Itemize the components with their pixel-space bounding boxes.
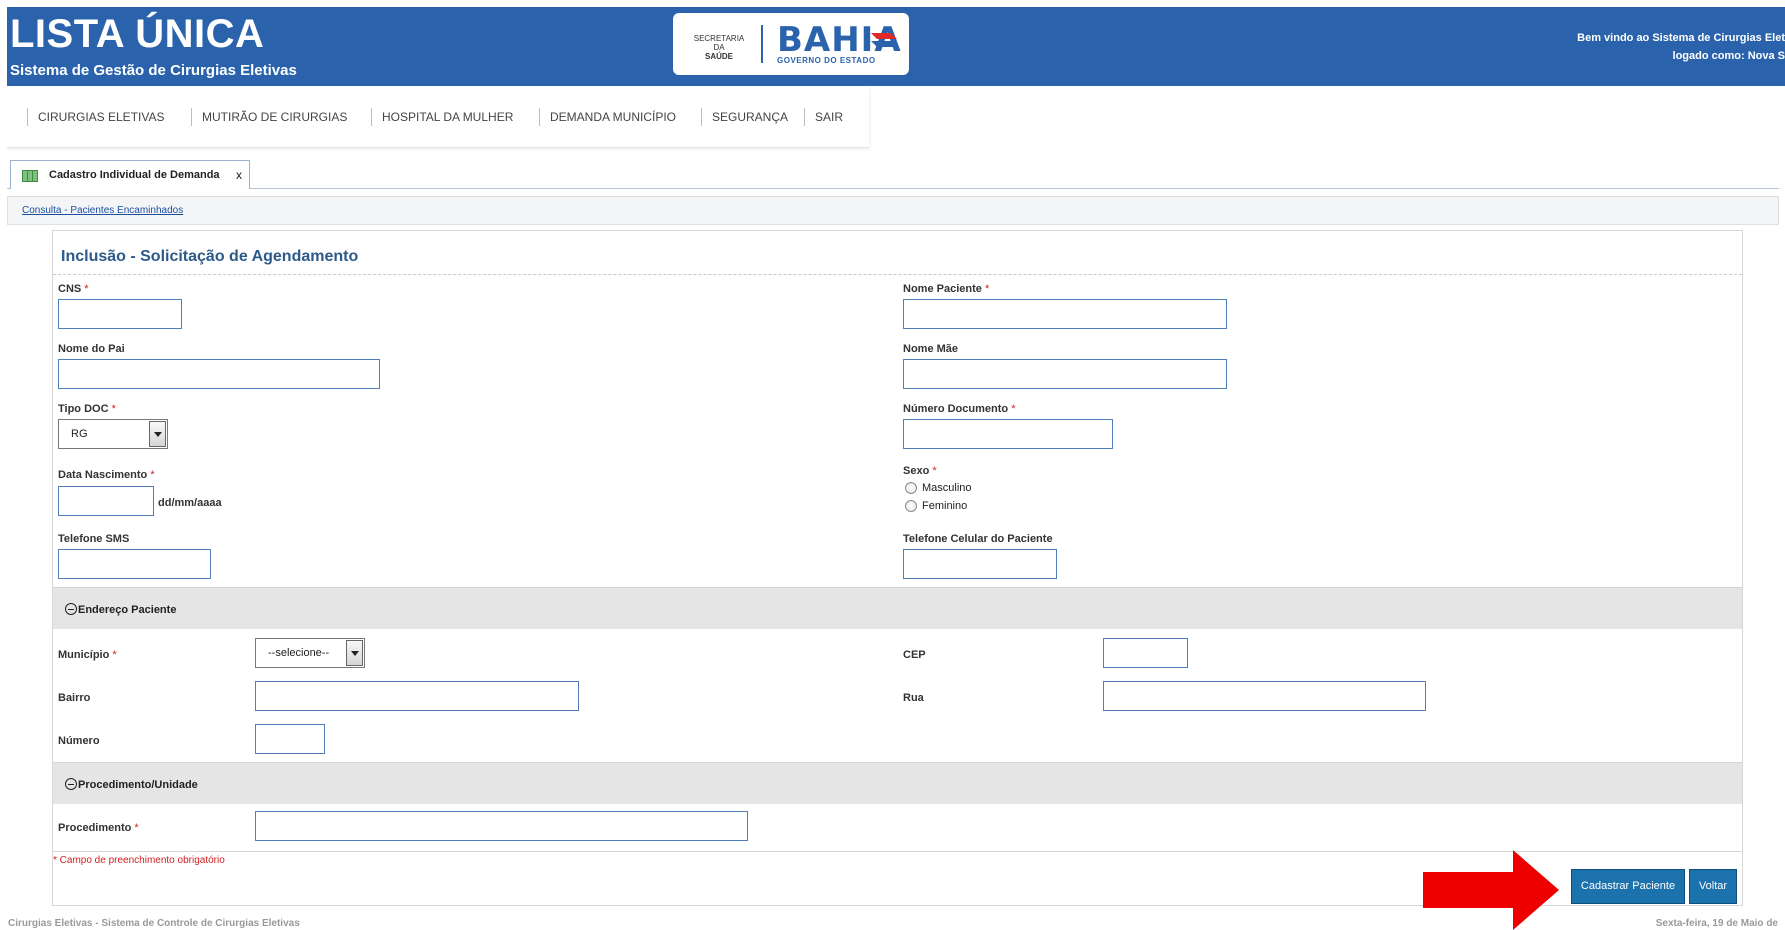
rua-input[interactable] xyxy=(1103,681,1426,711)
form-panel: Inclusão - Solicitação de Agendamento CN… xyxy=(52,230,1743,906)
menu-item-seguranca[interactable]: SEGURANÇA xyxy=(701,108,788,126)
app-header: LISTA ÚNICA Sistema de Gestão de Cirurgi… xyxy=(7,7,1785,86)
voltar-button[interactable]: Voltar xyxy=(1689,869,1737,904)
menu-item-sair[interactable]: SAIR xyxy=(804,108,843,126)
collapse-icon[interactable] xyxy=(65,603,77,615)
breadcrumb: Consulta - Pacientes Encaminhados xyxy=(7,196,1779,225)
form-title-bar: Inclusão - Solicitação de Agendamento xyxy=(53,231,1742,275)
menu-item-cirurgias-eletivas[interactable]: CIRURGIAS ELETIVAS xyxy=(27,108,164,126)
menu-item-hospital-mulher[interactable]: HOSPITAL DA MULHER xyxy=(371,108,513,126)
flag-icon xyxy=(871,33,897,47)
telefone-celular-input[interactable] xyxy=(903,549,1057,579)
telefone-sms-label: Telefone SMS xyxy=(58,533,130,545)
cep-label: CEP xyxy=(903,649,926,661)
section-procedimento-title: Procedimento/Unidade xyxy=(78,779,198,791)
section-endereco-title: Endereço Paciente xyxy=(78,604,177,616)
welcome-text: Bem vindo ao Sistema de Cirurgias Elet l… xyxy=(1577,29,1785,65)
logged-user-line: logado como: Nova S xyxy=(1672,50,1785,62)
main-menu: CIRURGIAS ELETIVAS MUTIRÃO DE CIRURGIAS … xyxy=(7,86,869,148)
procedimento-input[interactable] xyxy=(255,811,748,841)
tab-cadastro-individual[interactable]: Cadastro Individual de Demanda x xyxy=(10,160,250,189)
tab-label: Cadastro Individual de Demanda xyxy=(49,169,220,181)
numero-input[interactable] xyxy=(255,724,325,754)
nome-mae-label: Nome Mãe xyxy=(903,343,959,355)
logo-secretaria-line2: SAÚDE xyxy=(704,52,733,61)
logo-governo-text: GOVERNO DO ESTADO xyxy=(777,56,876,65)
close-icon[interactable]: x xyxy=(236,168,242,182)
link-consulta-pacientes[interactable]: Consulta - Pacientes Encaminhados xyxy=(22,205,183,216)
tipo-doc-value: RG xyxy=(71,428,88,440)
bairro-label: Bairro xyxy=(58,692,91,704)
radio-masculino-label: Masculino xyxy=(922,482,972,494)
telefone-celular-label: Telefone Celular do Paciente xyxy=(903,533,1053,545)
nome-pai-input[interactable] xyxy=(58,359,380,389)
procedimento-label: Procedimento * xyxy=(58,822,139,834)
footer-system-name: Cirurgias Eletivas - Sistema de Controle… xyxy=(8,918,300,929)
cns-input[interactable] xyxy=(58,299,182,329)
section-procedimento: Procedimento/Unidade xyxy=(53,762,1742,804)
app-subtitle: Sistema de Gestão de Cirurgias Eletivas xyxy=(10,62,297,79)
tipo-doc-label: Tipo DOC * xyxy=(58,403,116,415)
logo-secretaria: SECRETARIA DA SAÚDE xyxy=(688,34,750,61)
nome-pai-label: Nome do Pai xyxy=(58,343,125,355)
bahia-logo: SECRETARIA DA SAÚDE BAHIA GOVERNO DO EST… xyxy=(673,13,909,75)
nome-paciente-label: Nome Paciente * xyxy=(903,283,990,295)
radio-feminino-label: Feminino xyxy=(922,500,968,512)
radio-feminino[interactable] xyxy=(905,500,917,512)
tipo-doc-select[interactable]: RG xyxy=(58,419,168,449)
data-nascimento-input[interactable] xyxy=(58,486,154,516)
numero-documento-label: Número Documento * xyxy=(903,403,1016,415)
bairro-input[interactable] xyxy=(255,681,579,711)
collapse-icon[interactable] xyxy=(65,778,77,790)
footer-date: Sexta-feira, 19 de Maio de xyxy=(1655,918,1778,929)
required-note: * Campo de preenchimento obrigatório xyxy=(53,855,225,866)
data-nascimento-label: Data Nascimento * xyxy=(58,469,155,481)
table-icon xyxy=(22,170,38,182)
nome-mae-input[interactable] xyxy=(903,359,1227,389)
municipio-label: Município * xyxy=(58,649,117,661)
sexo-label: Sexo * xyxy=(903,465,937,477)
municipio-select[interactable]: --selecione-- xyxy=(255,638,365,668)
logo-secretaria-line1: SECRETARIA DA xyxy=(693,34,745,52)
chevron-down-icon[interactable] xyxy=(346,640,363,666)
app-title: LISTA ÚNICA xyxy=(10,12,265,56)
rua-label: Rua xyxy=(903,692,924,704)
logo-separator xyxy=(761,25,763,63)
cns-label: CNS * xyxy=(58,283,89,295)
arrow-right-icon xyxy=(1423,850,1559,930)
menu-item-demanda-municipio[interactable]: DEMANDA MUNICÍPIO xyxy=(539,108,676,126)
municipio-value: --selecione-- xyxy=(268,647,330,659)
form-title: Inclusão - Solicitação de Agendamento xyxy=(61,248,359,265)
cadastrar-paciente-button[interactable]: Cadastrar Paciente xyxy=(1571,869,1685,904)
cep-input[interactable] xyxy=(1103,638,1188,668)
tab-bar: Cadastro Individual de Demanda x xyxy=(7,159,1779,189)
welcome-line1: Bem vindo ao Sistema de Cirurgias Elet xyxy=(1577,32,1785,44)
section-endereco: Endereço Paciente xyxy=(53,587,1742,629)
section-procedimento-toggle[interactable]: Procedimento/Unidade xyxy=(65,778,198,791)
numero-documento-input[interactable] xyxy=(903,419,1113,449)
date-format-hint: dd/mm/aaaa xyxy=(158,497,222,509)
section-endereco-toggle[interactable]: Endereço Paciente xyxy=(65,603,176,616)
numero-label: Número xyxy=(58,735,100,747)
nome-paciente-input[interactable] xyxy=(903,299,1227,329)
chevron-down-icon[interactable] xyxy=(149,421,166,447)
menu-item-mutirao[interactable]: MUTIRÃO DE CIRURGIAS xyxy=(191,108,347,126)
radio-masculino[interactable] xyxy=(905,482,917,494)
telefone-sms-input[interactable] xyxy=(58,549,211,579)
